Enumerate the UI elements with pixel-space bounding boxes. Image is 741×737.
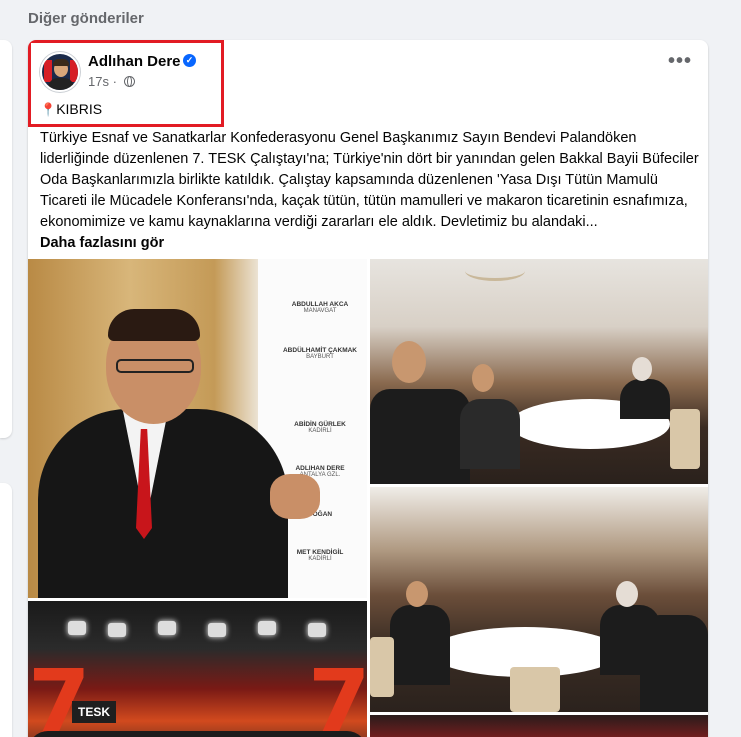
chair bbox=[510, 667, 560, 712]
photo-stage[interactable]: 7 7 TESK bbox=[28, 601, 367, 737]
person-figure bbox=[38, 409, 288, 598]
hand bbox=[270, 474, 320, 519]
stage-light bbox=[158, 621, 176, 635]
person-figure bbox=[370, 389, 470, 484]
avatar[interactable] bbox=[40, 52, 80, 92]
chair bbox=[370, 637, 394, 697]
stage-light bbox=[258, 621, 276, 635]
photo-partial[interactable] bbox=[370, 715, 708, 737]
banner-seven-right: 7 bbox=[308, 651, 367, 737]
photo-grid: ABDULLAH AKCA MANAVGAT ABDÜLHAMİT ÇAKMAK B… bbox=[28, 259, 708, 737]
glasses bbox=[116, 359, 194, 373]
flag-graphic bbox=[70, 60, 78, 82]
location-label: KIBRIS bbox=[56, 101, 103, 117]
verified-badge-icon: ✓ bbox=[183, 54, 196, 67]
person-figure bbox=[460, 399, 520, 469]
group-people bbox=[28, 731, 367, 737]
person-figure bbox=[390, 605, 450, 685]
avatar-body bbox=[48, 78, 74, 90]
stage-light bbox=[108, 623, 126, 637]
globe-icon bbox=[123, 76, 135, 87]
post-meta: 17s · bbox=[88, 74, 135, 89]
person-head bbox=[392, 341, 426, 383]
post-time[interactable]: 17s bbox=[88, 74, 109, 89]
avatar-hair bbox=[53, 59, 69, 66]
tesk-banner: TESK bbox=[72, 701, 116, 723]
meta-separator: · bbox=[112, 74, 117, 89]
signature-entry: ABİDİN GÜRLEK KADİRLİ bbox=[294, 421, 346, 434]
photo-conference-table[interactable] bbox=[370, 259, 708, 484]
stage-light bbox=[68, 621, 86, 635]
signature-entry: ABDÜLHAMİT ÇAKMAK BAYBURT bbox=[282, 347, 358, 360]
person-figure bbox=[640, 615, 708, 712]
post-card: Adlıhan Dere ✓ 17s · 📍KIBRIS ••• Türkiye… bbox=[28, 40, 708, 737]
person-head bbox=[632, 357, 652, 381]
section-title: Diğer gönderiler bbox=[28, 10, 144, 27]
person-figure bbox=[620, 379, 670, 419]
post-text: Türkiye Esnaf ve Sanatkarlar Konfederasy… bbox=[40, 128, 700, 254]
flag-graphic bbox=[44, 60, 52, 82]
stage-light bbox=[308, 623, 326, 637]
see-more-link[interactable]: Daha fazlasını gör bbox=[40, 235, 164, 251]
photo-hall[interactable] bbox=[370, 487, 708, 712]
person-head bbox=[472, 364, 494, 392]
banner-seven-left: 7 bbox=[28, 651, 91, 737]
more-options-icon[interactable]: ••• bbox=[668, 51, 692, 71]
location-pin-icon: 📍 bbox=[40, 102, 57, 117]
chandelier bbox=[465, 261, 525, 281]
previous-card-edge bbox=[0, 40, 12, 438]
next-card-edge bbox=[0, 483, 12, 737]
chair bbox=[670, 409, 700, 469]
post-header: Adlıhan Dere ✓ 17s · 📍KIBRIS ••• bbox=[28, 40, 708, 127]
post-body: Türkiye Esnaf ve Sanatkarlar Konfederasy… bbox=[40, 130, 699, 230]
location: 📍KIBRIS bbox=[40, 101, 102, 118]
person-hair bbox=[108, 309, 200, 341]
author-name[interactable]: Adlıhan Dere bbox=[88, 53, 181, 70]
person-head bbox=[616, 581, 638, 607]
signature-entry: ABDULLAH AKCA MANAVGAT bbox=[291, 301, 349, 314]
photo-signing[interactable]: ABDULLAH AKCA MANAVGAT ABDÜLHAMİT ÇAKMAK B… bbox=[28, 259, 367, 598]
stage-light bbox=[208, 623, 226, 637]
person-head bbox=[406, 581, 428, 607]
